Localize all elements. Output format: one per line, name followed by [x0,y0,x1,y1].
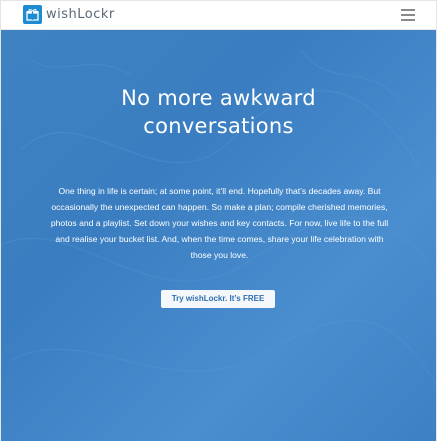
logo[interactable] [23,5,42,24]
menu-bar [401,19,415,21]
gift-icon [26,9,39,21]
hero-title: No more awkward conversations [1,84,436,140]
page-frame: wishLockr No more awkward conversations … [0,0,437,441]
hero-title-line-1: No more awkward [121,86,316,110]
hamburger-menu-icon[interactable] [401,9,415,21]
menu-bar [401,9,415,11]
hero-title-line-2: conversations [143,114,294,138]
hero-section: No more awkward conversations One thing … [1,30,436,441]
hero-description: One thing in life is certain; at some po… [50,186,389,260]
menu-bar [401,14,415,16]
brand-name[interactable]: wishLockr [46,7,115,22]
try-free-button[interactable]: Try wishLockr. It’s FREE [161,290,275,308]
site-header: wishLockr [1,1,436,30]
